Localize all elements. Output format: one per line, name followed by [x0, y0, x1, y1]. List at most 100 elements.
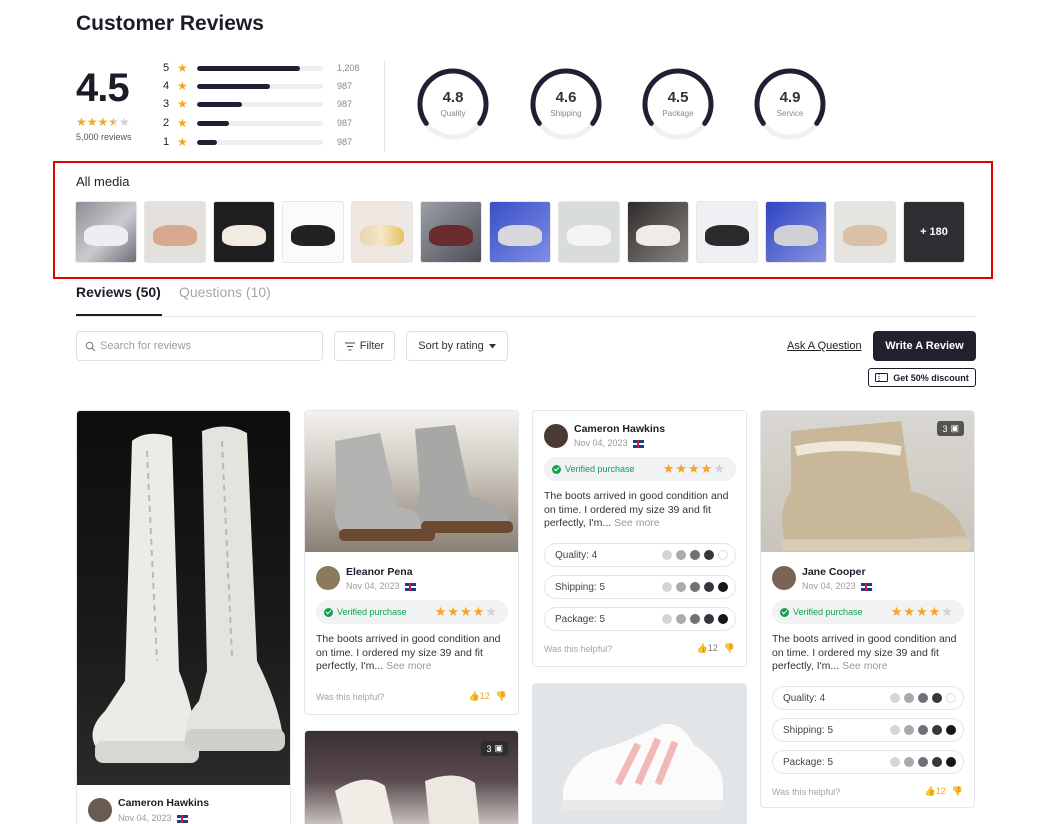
aspect-dot	[890, 693, 900, 703]
rating-row-count: 987	[337, 81, 353, 91]
thumbs-up-icon[interactable]: 👍12	[925, 786, 946, 797]
aspect-dot	[662, 550, 672, 560]
rating-bar-fill	[197, 83, 271, 89]
aspect-rating-package: Package: 5	[544, 607, 736, 631]
rating-row-count: 987	[337, 118, 353, 128]
review-card[interactable]	[532, 683, 747, 824]
review-card[interactable]: Cameron Hawkins Nov 04, 2023	[76, 410, 291, 824]
aspect-dot	[676, 582, 686, 592]
helpful-votes[interactable]: 👍12 👎	[469, 691, 507, 702]
rating-bar-fill	[197, 101, 243, 107]
media-thumb[interactable]	[213, 201, 275, 263]
rating-row-1[interactable]: 1 ★ 987	[163, 135, 352, 149]
aspect-dot	[704, 582, 714, 592]
review-count: 5,000 reviews	[76, 132, 132, 142]
like-count: 12	[707, 643, 718, 653]
aspect-dot	[932, 757, 942, 767]
review-photo[interactable]	[77, 411, 290, 785]
aspect-dot	[904, 725, 914, 735]
sort-dropdown[interactable]: Sort by rating	[406, 331, 508, 361]
rating-row-5[interactable]: 5 ★ 1,208	[163, 61, 360, 75]
review-photo[interactable]	[305, 411, 518, 552]
thumbs-up-icon[interactable]: 👍12	[697, 643, 718, 654]
uk-flag-icon	[176, 814, 188, 823]
thumbs-down-icon[interactable]: 👎	[496, 691, 507, 702]
media-more-button[interactable]: + 180	[903, 201, 965, 263]
rating-bar	[197, 83, 323, 89]
see-more-link[interactable]: See more	[614, 517, 660, 529]
rating-row-label: 4	[163, 80, 170, 92]
rating-row-count: 987	[337, 137, 353, 147]
media-thumb[interactable]	[420, 201, 482, 263]
aspect-dot	[718, 582, 728, 592]
review-photo[interactable]	[533, 684, 746, 824]
see-more-link[interactable]: See more	[386, 660, 432, 672]
helpful-prompt: Was this helpful?	[772, 787, 841, 797]
aspect-dot	[904, 757, 914, 767]
aspect-dot	[690, 582, 700, 592]
review-card[interactable]: Eleanor Pena Nov 04, 2023 Verified purch…	[304, 410, 519, 715]
aspect-dots	[890, 757, 956, 767]
review-card[interactable]: 3 ▣	[304, 730, 519, 824]
review-text: The boots arrived in good condition and …	[544, 490, 739, 531]
rating-row-4[interactable]: 4 ★ 987	[163, 79, 352, 93]
helpful-votes[interactable]: 👍12 👎	[697, 643, 735, 654]
helpful-votes[interactable]: 👍12 👎	[925, 786, 963, 797]
uk-flag-icon	[632, 439, 644, 448]
filter-button[interactable]: Filter	[334, 331, 395, 361]
write-review-button[interactable]: Write A Review	[873, 331, 976, 361]
review-date-text: Nov 04, 2023	[802, 581, 856, 591]
media-thumb[interactable]	[282, 201, 344, 263]
rating-row-count: 1,208	[337, 63, 360, 73]
aspect-label: Quality: 4	[783, 692, 826, 704]
discount-label: Get 50% discount	[893, 372, 969, 383]
photo-count: 3	[486, 743, 492, 754]
tab-questions[interactable]: Questions (10)	[179, 284, 271, 300]
aspect-dot	[690, 550, 700, 560]
rating-row-2[interactable]: 2 ★ 987	[163, 116, 352, 130]
reviewer-name: Cameron Hawkins	[574, 423, 666, 435]
rating-bar-fill	[197, 65, 301, 71]
aspect-dot	[904, 693, 914, 703]
aspect-dot	[704, 550, 714, 560]
reviewer-name: Jane Cooper	[802, 566, 866, 578]
caret-down-icon	[488, 343, 496, 348]
search-box[interactable]	[76, 331, 323, 361]
overall-stars: ★★★★★	[76, 115, 130, 129]
tab-reviews[interactable]: Reviews (50)	[76, 284, 161, 300]
media-thumb[interactable]	[834, 201, 896, 263]
aspect-dot	[932, 725, 942, 735]
rating-bar-fill	[197, 139, 218, 145]
media-thumb[interactable]	[75, 201, 137, 263]
star-icon: ★	[177, 79, 188, 93]
search-icon	[85, 341, 96, 351]
review-card[interactable]: Cameron Hawkins Nov 04, 2023 Verified pu…	[532, 410, 747, 667]
thumbs-up-icon[interactable]: 👍12	[469, 691, 490, 702]
review-date: Nov 04, 2023	[346, 581, 416, 591]
aspect-label: Shipping: 5	[555, 581, 606, 593]
thumbs-down-icon[interactable]: 👎	[952, 786, 963, 797]
photo-count-badge: 3 ▣	[937, 421, 964, 436]
media-thumb[interactable]	[696, 201, 758, 263]
media-thumb[interactable]	[144, 201, 206, 263]
media-thumb[interactable]	[765, 201, 827, 263]
rating-row-label: 2	[163, 117, 170, 129]
image-icon: ▣	[494, 743, 503, 753]
thumbs-down-icon[interactable]: 👎	[724, 643, 735, 654]
media-thumb[interactable]	[558, 201, 620, 263]
discount-badge[interactable]: Get 50% discount	[868, 368, 976, 387]
aspect-dot	[946, 757, 956, 767]
review-card[interactable]: 3 ▣ Jane Cooper Nov 04, 2023 Verified pur…	[760, 410, 975, 808]
star-icon: ★	[177, 97, 188, 111]
rating-row-3[interactable]: 3 ★ 987	[163, 97, 352, 111]
ask-question-link[interactable]: Ask A Question	[787, 340, 862, 352]
search-input[interactable]	[100, 340, 310, 352]
page-title: Customer Reviews	[76, 12, 264, 35]
media-thumb[interactable]	[627, 201, 689, 263]
check-circle-icon	[780, 607, 789, 617]
aspect-dot	[662, 582, 672, 592]
see-more-link[interactable]: See more	[842, 660, 888, 672]
media-thumb[interactable]	[351, 201, 413, 263]
media-thumb[interactable]	[489, 201, 551, 263]
overall-rating: 4.5	[76, 66, 130, 110]
